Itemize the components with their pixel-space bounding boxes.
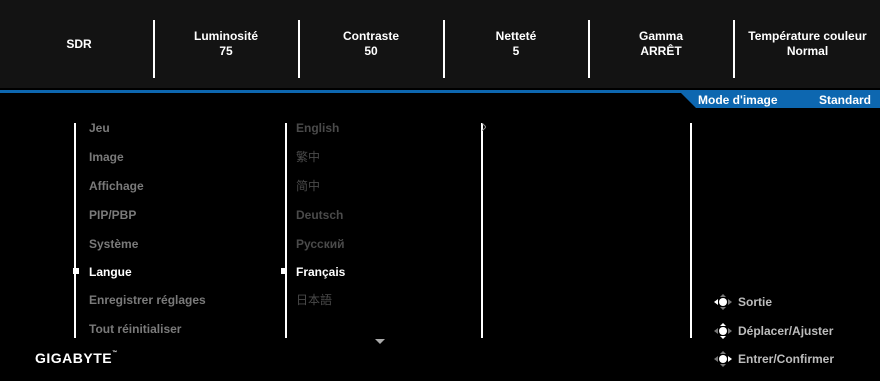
top-item-sharpness[interactable]: Netteté 5: [445, 0, 587, 88]
language-option-simplified-chinese[interactable]: 简中: [296, 179, 320, 193]
top-item-label: Contraste: [342, 29, 399, 43]
top-item-color-temperature[interactable]: Température couleur Normal: [735, 0, 880, 88]
top-item-label: Luminosité: [193, 29, 258, 43]
language-option-german[interactable]: Deutsch: [296, 208, 343, 222]
submenu-column-line: [285, 123, 287, 338]
chevron-down-icon[interactable]: [375, 339, 385, 344]
top-item-value: ARRÊT: [640, 44, 682, 58]
picture-mode-tab: Mode d'image Standard: [680, 92, 880, 108]
top-item-label: Gamma: [638, 29, 684, 43]
menu-column-line: [74, 123, 76, 338]
gigabyte-logo: GIGABYTE™: [35, 350, 118, 366]
top-item-value: 5: [512, 44, 520, 58]
top-item-sdr[interactable]: SDR: [20, 0, 138, 88]
top-item-value: 75: [219, 44, 233, 58]
menu-item-display[interactable]: Affichage: [89, 179, 144, 193]
top-separator: [153, 20, 155, 78]
brand-name: GIGABYTE: [35, 350, 113, 366]
picture-mode-value: Standard: [819, 93, 872, 107]
menu-item-game[interactable]: Jeu: [89, 121, 110, 135]
scroll-indicator-icon: [482, 123, 486, 131]
language-option-english[interactable]: English: [296, 121, 339, 135]
joystick-icon: [714, 323, 732, 339]
options-column-line: [481, 123, 483, 338]
top-item-value: Normal: [786, 44, 829, 58]
menu-item-save-settings[interactable]: Enregistrer réglages: [89, 293, 206, 307]
top-item-value: 50: [364, 44, 378, 58]
top-status-bar: SDR Luminosité 75 Contraste 50 Netteté 5…: [0, 0, 880, 88]
top-item-label: Température couleur: [748, 29, 867, 43]
hint-enter-confirm-label: Entrer/Confirmer: [738, 352, 835, 366]
selection-marker: [73, 268, 79, 274]
hint-move-adjust: Déplacer/Ajuster: [712, 322, 833, 340]
language-option-french[interactable]: Français: [296, 265, 345, 279]
hint-exit: Sortie: [712, 293, 772, 311]
top-item-label: Netteté: [495, 29, 537, 43]
top-item-gamma[interactable]: Gamma ARRÊT: [590, 0, 732, 88]
brand-trademark: ™: [112, 350, 118, 356]
top-item-label: SDR: [66, 36, 92, 51]
menu-item-system[interactable]: Système: [89, 237, 138, 251]
top-item-brightness[interactable]: Luminosité 75: [156, 0, 296, 88]
menu-item-picture[interactable]: Image: [89, 150, 124, 164]
hints-column-line: [690, 123, 692, 338]
hint-move-adjust-label: Déplacer/Ajuster: [738, 324, 834, 338]
menu-item-reset-all[interactable]: Tout réinitialiser: [89, 322, 181, 336]
menu-item-pip-pbp[interactable]: PIP/PBP: [89, 208, 136, 222]
joystick-icon: [714, 351, 732, 367]
picture-mode-label: Mode d'image: [698, 93, 778, 107]
hint-exit-label: Sortie: [738, 295, 773, 309]
hint-enter-confirm: Entrer/Confirmer: [712, 350, 834, 368]
top-item-contrast[interactable]: Contraste 50: [300, 0, 442, 88]
joystick-icon: [714, 294, 732, 310]
language-option-traditional-chinese[interactable]: 繁中: [296, 150, 320, 164]
language-option-japanese[interactable]: 日本語: [296, 293, 332, 307]
menu-item-language[interactable]: Langue: [89, 265, 132, 279]
selection-marker: [281, 268, 287, 274]
language-option-russian[interactable]: Русский: [296, 237, 345, 251]
